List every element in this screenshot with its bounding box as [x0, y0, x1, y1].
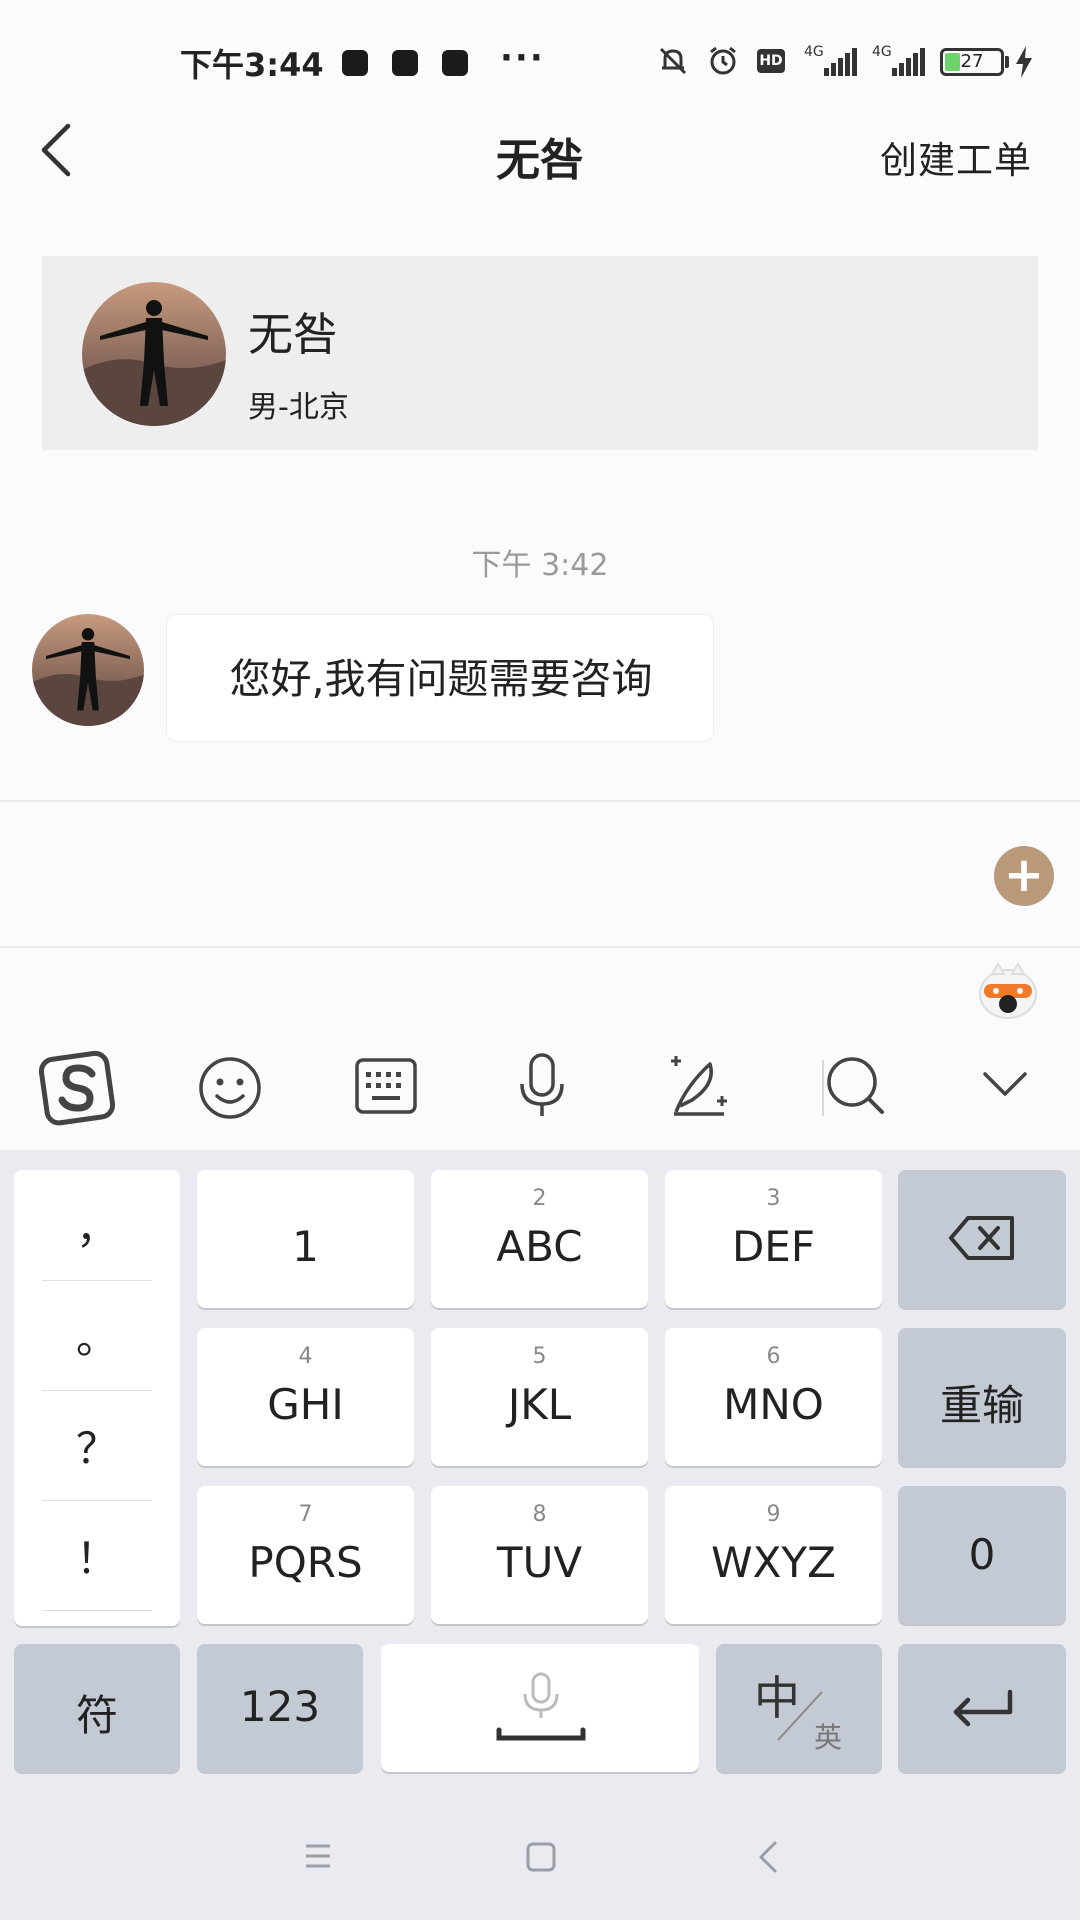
microphone-icon[interactable] [516, 1052, 568, 1120]
battery-tip [1005, 56, 1009, 68]
profile-name: 无咎 [248, 308, 339, 361]
divider [42, 1280, 152, 1281]
avatar[interactable] [82, 282, 226, 426]
backspace-icon [949, 1216, 1014, 1260]
key-label: PQRS [248, 1538, 363, 1587]
key-label-english: 英 [814, 1721, 843, 1754]
symbols-key[interactable]: 符 [14, 1644, 180, 1772]
battery-percent: 27 [960, 51, 984, 72]
chat-timestamp: 下午 3:42 [471, 548, 609, 583]
mute-bell-icon [656, 44, 690, 78]
space-key[interactable] [381, 1644, 699, 1772]
key-number-hint: 3 [766, 1186, 781, 1211]
key-mno[interactable]: 6 MNO [665, 1328, 882, 1466]
reenter-key[interactable]: 重输 [898, 1328, 1066, 1466]
signal-icon [874, 48, 926, 76]
key-0[interactable]: 0 [898, 1486, 1066, 1624]
punctuation-key[interactable]: ！ [14, 1504, 180, 1614]
key-pqrs[interactable]: 7 PQRS [197, 1486, 414, 1624]
backspace-key[interactable] [898, 1170, 1066, 1308]
key-number-hint: 6 [766, 1344, 781, 1369]
divider [42, 1610, 152, 1611]
key-label: 123 [239, 1682, 321, 1731]
key-jkl[interactable]: 5 JKL [431, 1328, 648, 1466]
key-label: 符 [75, 1691, 118, 1740]
divider [42, 1500, 152, 1501]
create-ticket-button[interactable]: 创建工单 [880, 130, 1032, 184]
key-label: 重输 [939, 1381, 1024, 1430]
key-label: WXYZ [711, 1538, 836, 1587]
add-attachment-button[interactable]: + [994, 846, 1054, 906]
key-label: GHI [267, 1380, 344, 1429]
status-time: 下午3:44 [180, 46, 324, 84]
key-1[interactable]: 1 [197, 1170, 414, 1308]
charging-icon [1014, 46, 1034, 78]
home-icon[interactable] [526, 1842, 556, 1872]
key-label: JKL [507, 1380, 572, 1429]
divider [42, 1390, 152, 1391]
nav-back-icon[interactable] [758, 1840, 778, 1874]
battery-icon: 27 [940, 48, 1004, 76]
sogou-logo-icon[interactable] [38, 1048, 118, 1128]
app-notification-icon [392, 50, 418, 76]
punctuation-key[interactable]: 。 [14, 1284, 180, 1394]
key-label: 0 [968, 1530, 996, 1579]
message-input[interactable] [0, 802, 1080, 946]
app-notification-icon [342, 50, 368, 76]
key-number-hint: 4 [298, 1344, 313, 1369]
key-number-hint: 2 [532, 1186, 547, 1211]
key-label: 1 [292, 1222, 319, 1271]
key-number-hint: 5 [532, 1344, 547, 1369]
handwriting-icon[interactable] [666, 1050, 734, 1120]
keyboard-icon[interactable] [354, 1056, 418, 1116]
message-bubble[interactable]: 您好,我有问题需要咨询 [166, 614, 714, 742]
message-text: 您好,我有问题需要咨询 [229, 655, 653, 703]
space-microphone-icon [496, 1672, 586, 1741]
key-def[interactable]: 3 DEF [665, 1170, 882, 1308]
alarm-icon [706, 44, 740, 78]
profile-gender-location: 男-北京 [248, 390, 349, 425]
key-tuv[interactable]: 8 TUV [431, 1486, 648, 1624]
key-number-hint: 9 [766, 1502, 781, 1527]
key-ghi[interactable]: 4 GHI [197, 1328, 414, 1466]
page-title: 无咎 [496, 135, 584, 186]
punctuation-panel[interactable]: ， 。 ？ ！ [14, 1170, 180, 1626]
back-icon[interactable] [36, 122, 76, 178]
key-abc[interactable]: 2 ABC [431, 1170, 648, 1308]
enter-key[interactable] [898, 1644, 1066, 1772]
emoji-icon[interactable] [196, 1054, 264, 1122]
key-wxyz[interactable]: 9 WXYZ [665, 1486, 882, 1624]
more-notifications-icon: ··· [500, 38, 545, 78]
key-label: TUV [496, 1538, 583, 1587]
collapse-keyboard-icon[interactable] [980, 1068, 1030, 1102]
language-switch-key[interactable]: 中 英 [716, 1644, 882, 1772]
divider [0, 946, 1080, 948]
key-label: DEF [731, 1222, 816, 1271]
menu-icon[interactable] [304, 1843, 332, 1869]
key-number-hint: 7 [298, 1502, 313, 1527]
app-notification-icon [442, 50, 468, 76]
punctuation-key[interactable]: ， [14, 1174, 180, 1284]
key-label: MNO [723, 1380, 824, 1429]
key-number-hint: 8 [532, 1502, 547, 1527]
enter-icon [953, 1689, 1013, 1727]
mascot-icon[interactable] [978, 956, 1038, 1020]
signal-icon [806, 48, 858, 76]
numbers-key[interactable]: 123 [197, 1644, 363, 1772]
key-label: ABC [496, 1222, 583, 1271]
sender-avatar[interactable] [32, 614, 144, 726]
search-icon[interactable] [824, 1054, 888, 1118]
hd-badge: HD [757, 49, 785, 73]
punctuation-key[interactable]: ？ [14, 1394, 180, 1504]
